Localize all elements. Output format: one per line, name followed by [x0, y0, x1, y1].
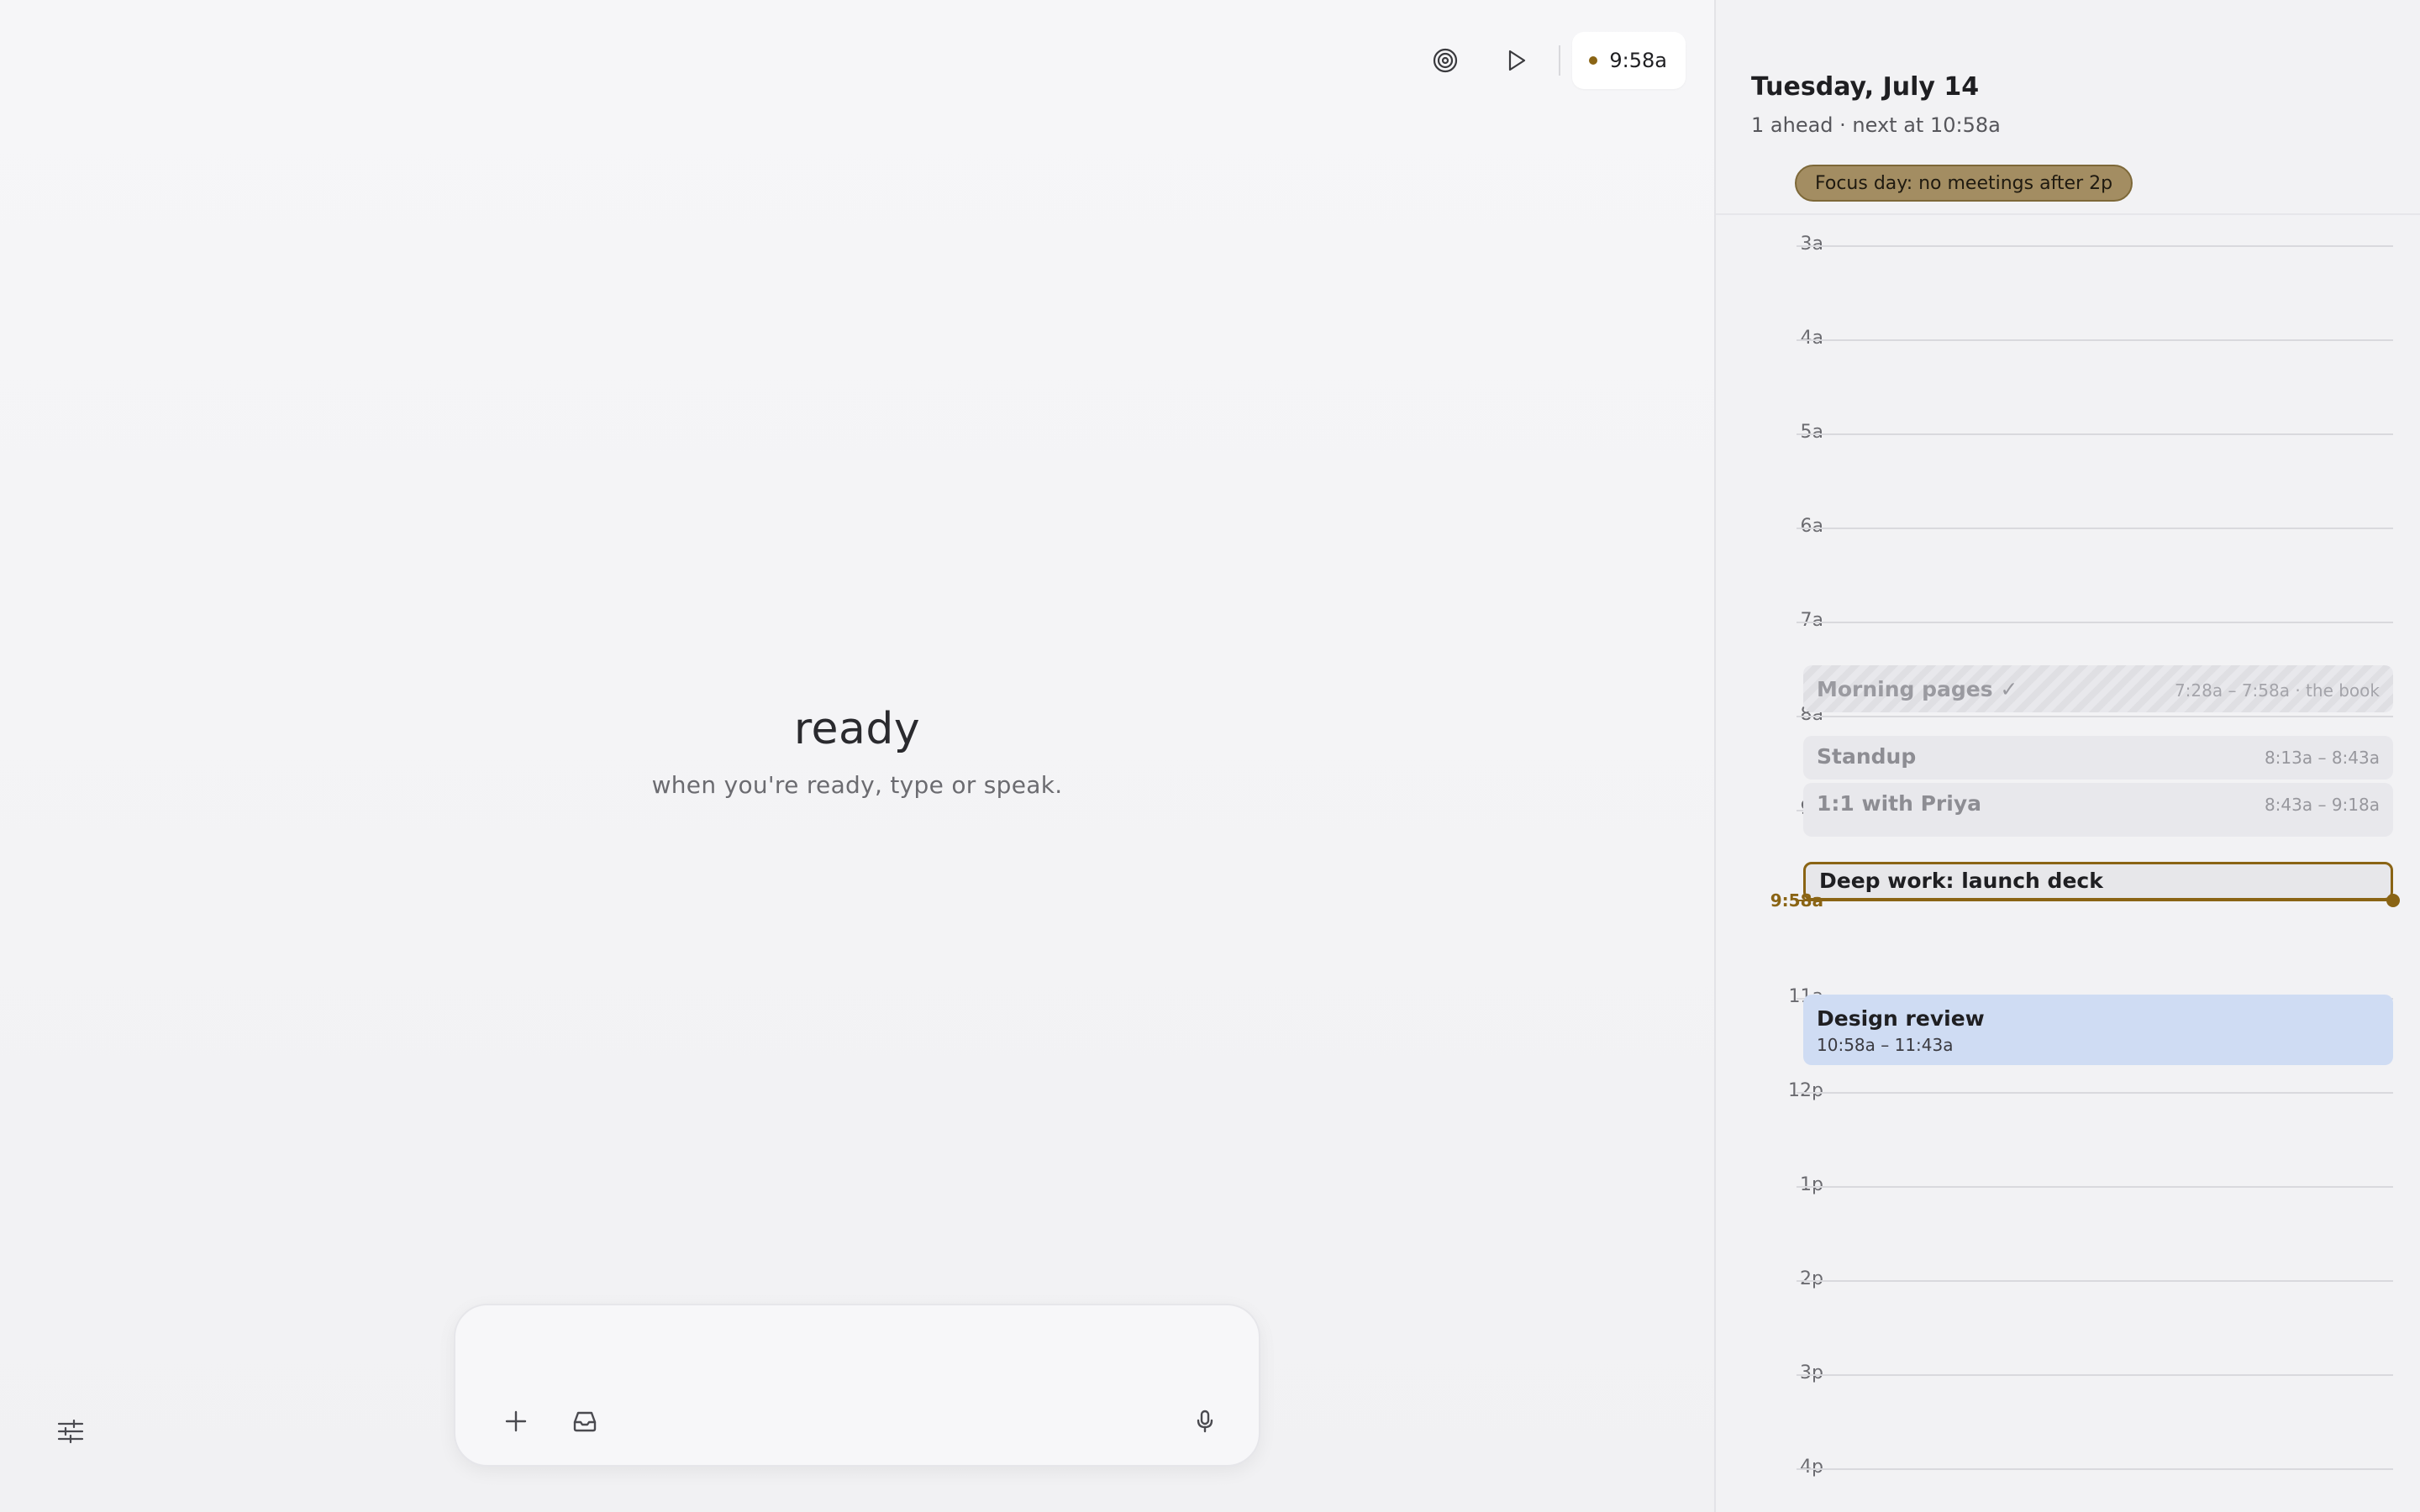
event-time: 8:43a – 9:18a [2264, 795, 2380, 815]
empty-state: ready when you're ready, type or speak. [0, 704, 1714, 799]
settings-button[interactable] [47, 1408, 94, 1455]
hour-line [1797, 1468, 2393, 1470]
event-title: Standup [1817, 744, 1917, 769]
hour-label: 1p [1800, 1174, 1823, 1195]
hour-label: 4p [1800, 1457, 1823, 1478]
hour-row: 3p [1716, 1362, 2420, 1383]
hour-line [1797, 433, 2393, 435]
hour-row: 4p [1716, 1457, 2420, 1478]
inbox-button[interactable] [561, 1398, 608, 1445]
hour-line [1797, 1374, 2393, 1376]
hour-line [1797, 1186, 2393, 1188]
event-deep-work[interactable]: Deep work: launch deck [1803, 862, 2393, 900]
event-standup[interactable]: Standup 8:13a – 8:43a [1803, 736, 2393, 780]
hour-row: 2p [1716, 1268, 2420, 1289]
microphone-button[interactable] [1181, 1398, 1228, 1445]
event-title: Design review [1817, 1006, 1985, 1031]
plus-icon [505, 1410, 527, 1432]
empty-state-subtitle: when you're ready, type or speak. [651, 771, 1063, 799]
message-input[interactable] [489, 1331, 1228, 1373]
event-time: 8:13a – 8:43a [2264, 748, 2380, 768]
toolbar-divider [1559, 45, 1561, 76]
target-icon [1434, 48, 1458, 73]
current-time: 9:58a [1609, 49, 1667, 72]
event-time: 7:28a – 7:58a · the book [2174, 680, 2380, 701]
hour-line [1797, 528, 2393, 529]
day-timeline: 3a 4a 5a 6a 7a 8a 9a 11a 12p 1p 2p 3p 4p… [1716, 0, 2420, 1512]
sliders-icon [57, 1419, 84, 1444]
hour-label: 3p [1800, 1362, 1823, 1383]
hour-row: 7a [1716, 610, 2420, 631]
play-icon [1509, 50, 1526, 71]
hour-label: 2p [1800, 1268, 1823, 1289]
hour-label: 5a [1800, 422, 1823, 443]
hour-row: 3a [1716, 234, 2420, 255]
event-1-1-priya[interactable]: 1:1 with Priya 8:43a – 9:18a [1803, 783, 2393, 837]
current-time-chip[interactable]: 9:58a [1572, 32, 1686, 89]
hour-label: 12p [1788, 1080, 1823, 1101]
add-button[interactable] [492, 1398, 539, 1445]
hour-line [1797, 622, 2393, 623]
hour-line [1797, 1280, 2393, 1282]
event-morning-pages[interactable]: Morning pages ✓ 7:28a – 7:58a · the book [1803, 665, 2393, 712]
microphone-icon [1197, 1410, 1213, 1433]
hour-line [1797, 245, 2393, 247]
hour-label: 6a [1800, 516, 1823, 537]
hour-row: 12p [1716, 1080, 2420, 1101]
now-dot [2386, 894, 2400, 907]
empty-state-title: ready [793, 704, 921, 754]
now-line [1797, 900, 2393, 901]
event-title: Morning pages ✓ [1817, 677, 2018, 701]
status-dot [1589, 56, 1598, 65]
hour-label: 3a [1800, 234, 1823, 255]
hour-label: 7a [1800, 610, 1823, 631]
play-button[interactable] [1488, 33, 1544, 88]
hour-line [1797, 1092, 2393, 1094]
composer [454, 1304, 1260, 1467]
hour-row: 6a [1716, 516, 2420, 537]
hour-row: 4a [1716, 328, 2420, 349]
hour-row: 8a [1716, 704, 2420, 725]
event-time: 10:58a – 11:43a [1817, 1035, 1954, 1055]
hour-line [1797, 716, 2393, 717]
hour-line [1797, 339, 2393, 341]
hour-row: 5a [1716, 422, 2420, 443]
calendar-panel: Tuesday, July 14 1 ahead · next at 10:58… [1714, 0, 2420, 1512]
inbox-icon [573, 1411, 597, 1432]
main-area: 9:58a ready when you're ready, type or s… [0, 0, 1714, 1512]
focus-button[interactable] [1418, 33, 1473, 88]
event-title: 1:1 with Priya [1817, 791, 1981, 816]
hour-row: 1p [1716, 1174, 2420, 1195]
hour-label: 4a [1800, 328, 1823, 349]
top-toolbar: 9:58a [1402, 32, 1686, 89]
event-design-review[interactable]: Design review 10:58a – 11:43a [1803, 995, 2393, 1065]
event-title: Deep work: launch deck [1819, 869, 2103, 893]
